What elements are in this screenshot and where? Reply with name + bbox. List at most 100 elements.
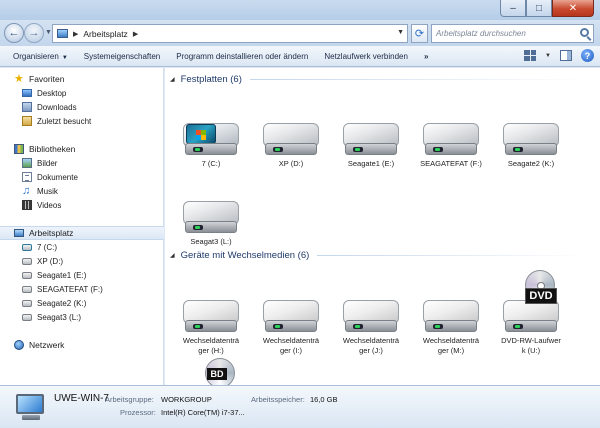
dropdown-arrow-icon: ▼ <box>61 54 68 61</box>
desktop-icon <box>22 89 32 97</box>
minimize-button[interactable]: – <box>500 0 526 17</box>
workgroup-value: WORKGROUP <box>161 395 212 404</box>
address-bar[interactable]: ▶ Arbeitsplatz ▶ ▼ <box>52 24 408 43</box>
nav-libraries[interactable]: Bibliotheken <box>0 142 164 156</box>
search-placeholder: Arbeitsplatz durchsuchen <box>436 29 526 38</box>
drive-label: 7 (C:) <box>201 159 221 168</box>
workgroup-label: Arbeitsgruppe: <box>105 395 154 404</box>
computer-group: Arbeitsplatz 7 (C:) XP (D:) Seagate1 (E:… <box>0 226 164 324</box>
view-options-icon[interactable] <box>524 50 537 61</box>
nav-item-music[interactable]: ♫ Musik <box>0 184 164 198</box>
hard-drive-icon <box>183 201 239 235</box>
nav-item-videos[interactable]: Videos <box>0 198 164 212</box>
memory-label: Arbeitsspeicher: <box>251 395 305 404</box>
music-icon: ♫ <box>22 185 31 197</box>
nav-drive-l[interactable]: Seagat3 (L:) <box>0 310 164 324</box>
removable-drive-icon <box>423 300 479 334</box>
drive-tile-f[interactable]: SEAGATEFAT (F:) <box>415 123 487 169</box>
removable-tile-i[interactable]: Wechseldatenträ ger (I:) <box>255 300 327 356</box>
drive-label: Seagate2 (K:) <box>507 159 555 168</box>
drive-tile-d[interactable]: XP (D:) <box>255 123 327 169</box>
hard-drive-icon <box>22 299 32 307</box>
breadcrumb-arbeitsplatz[interactable]: Arbeitsplatz <box>83 29 127 39</box>
drive-tile-c[interactable]: 7 (C:) <box>175 123 247 169</box>
hard-drive-icon <box>343 123 399 157</box>
removable-tile-h[interactable]: Wechseldatenträ ger (H:) <box>175 300 247 356</box>
forward-arrow-icon: → <box>28 27 40 39</box>
back-button[interactable]: ← <box>4 23 24 43</box>
drive-tile-k[interactable]: Seagate2 (K:) <box>495 123 567 169</box>
computer-name: UWE-WIN-7 <box>54 393 109 404</box>
chevron-right-icon[interactable]: ▶ <box>73 30 78 38</box>
drive-label: Seagat3 (L:) <box>190 237 232 246</box>
nav-drive-k[interactable]: Seagate2 (K:) <box>0 296 164 310</box>
group-header-removable[interactable]: ◢ Geräte mit Wechselmedien (6) <box>170 248 590 262</box>
hard-drive-icon <box>22 285 32 293</box>
nav-item-downloads[interactable]: Downloads <box>0 100 164 114</box>
details-pane: UWE-WIN-7 Arbeitsgruppe: WORKGROUP Arbei… <box>0 385 600 428</box>
navigation-pane: ★ Favoriten Desktop Downloads Zuletzt bes… <box>0 68 164 385</box>
refresh-icon: ⟳ <box>414 28 425 40</box>
refresh-button[interactable]: ⟳ <box>411 24 428 43</box>
view-dropdown-icon[interactable]: ▼ <box>545 53 551 59</box>
preview-pane-icon[interactable] <box>560 50 572 61</box>
computer-icon <box>16 394 46 422</box>
star-icon: ★ <box>14 73 24 85</box>
help-icon[interactable]: ? <box>581 49 594 62</box>
collapse-triangle-icon[interactable]: ◢ <box>170 76 175 83</box>
hard-drive-icon <box>423 123 479 157</box>
nav-favorites[interactable]: ★ Favoriten <box>0 72 164 86</box>
search-icon[interactable] <box>580 28 589 37</box>
address-dropdown-icon[interactable]: ▼ <box>397 29 404 36</box>
removable-label: Wechseldatenträ ger (I:) <box>262 336 320 355</box>
toolbar-right: ▼ ? <box>524 49 594 62</box>
search-input[interactable]: Arbeitsplatz durchsuchen <box>431 24 594 43</box>
group-header-hard-disks[interactable]: ◢ Festplatten (6) <box>170 72 590 86</box>
favorites-group: ★ Favoriten Desktop Downloads Zuletzt bes… <box>0 72 164 128</box>
drive-tile-l[interactable]: Seagat3 (L:) <box>175 201 247 247</box>
map-network-drive-button[interactable]: Netzlaufwerk verbinden <box>316 52 416 61</box>
removable-label: Wechseldatenträ ger (J:) <box>342 336 400 355</box>
close-button[interactable]: ✕ <box>552 0 594 17</box>
network-icon <box>14 340 24 350</box>
nav-item-documents[interactable]: Dokumente <box>0 170 164 184</box>
computer-icon <box>14 229 24 237</box>
chevron-right-icon[interactable]: ▶ <box>133 30 138 38</box>
nav-computer[interactable]: Arbeitsplatz <box>0 226 164 240</box>
dvd-drive-tile-u[interactable]: DVD DVD-RW-Laufwer k (U:) <box>495 268 567 356</box>
videos-icon <box>22 200 32 210</box>
drive-label: Seagate1 (E:) <box>347 159 395 168</box>
documents-icon <box>22 172 32 182</box>
recent-pages-dropdown[interactable]: ▼ <box>45 29 52 36</box>
nav-drive-f[interactable]: SEAGATEFAT (F:) <box>0 282 164 296</box>
more-commands-button[interactable]: » <box>416 52 436 61</box>
command-bar: Organisieren ▼ Systemeigenschaften Progra… <box>0 46 600 67</box>
system-properties-button[interactable]: Systemeigenschaften <box>76 52 169 61</box>
address-row: ← → ▼ ▶ Arbeitsplatz ▶ ▼ ⟳ Arbeitsplatz … <box>0 20 600 46</box>
nav-drive-d[interactable]: XP (D:) <box>0 254 164 268</box>
libraries-group: Bibliotheken Bilder Dokumente ♫ Musik Vid… <box>0 142 164 212</box>
nav-drive-e[interactable]: Seagate1 (E:) <box>0 268 164 282</box>
removable-tile-m[interactable]: Wechseldatenträ ger (M:) <box>415 300 487 356</box>
recent-places-icon <box>22 116 32 126</box>
nav-item-pictures[interactable]: Bilder <box>0 156 164 170</box>
maximize-button[interactable]: □ <box>526 0 552 17</box>
computer-icon <box>57 29 68 38</box>
nav-network[interactable]: Netzwerk <box>0 338 164 352</box>
drive-tile-e[interactable]: Seagate1 (E:) <box>335 123 407 169</box>
drive-label: XP (D:) <box>278 159 304 168</box>
nav-drive-c[interactable]: 7 (C:) <box>0 240 164 254</box>
collapse-triangle-icon[interactable]: ◢ <box>170 252 175 259</box>
nav-item-desktop[interactable]: Desktop <box>0 86 164 100</box>
removable-tile-j[interactable]: Wechseldatenträ ger (J:) <box>335 300 407 356</box>
organize-button[interactable]: Organisieren ▼ <box>0 52 76 61</box>
hard-drive-icon <box>263 123 319 157</box>
hard-drive-icon <box>503 123 559 157</box>
processor-label: Prozessor: <box>120 408 156 417</box>
nav-item-recent[interactable]: Zuletzt besucht <box>0 114 164 128</box>
hard-drive-icon <box>22 313 32 321</box>
bd-drive-tile[interactable]: BD <box>203 358 235 385</box>
uninstall-program-button[interactable]: Programm deinstallieren oder ändern <box>168 52 316 61</box>
forward-button[interactable]: → <box>24 23 44 43</box>
system-drive-icon <box>183 123 239 157</box>
